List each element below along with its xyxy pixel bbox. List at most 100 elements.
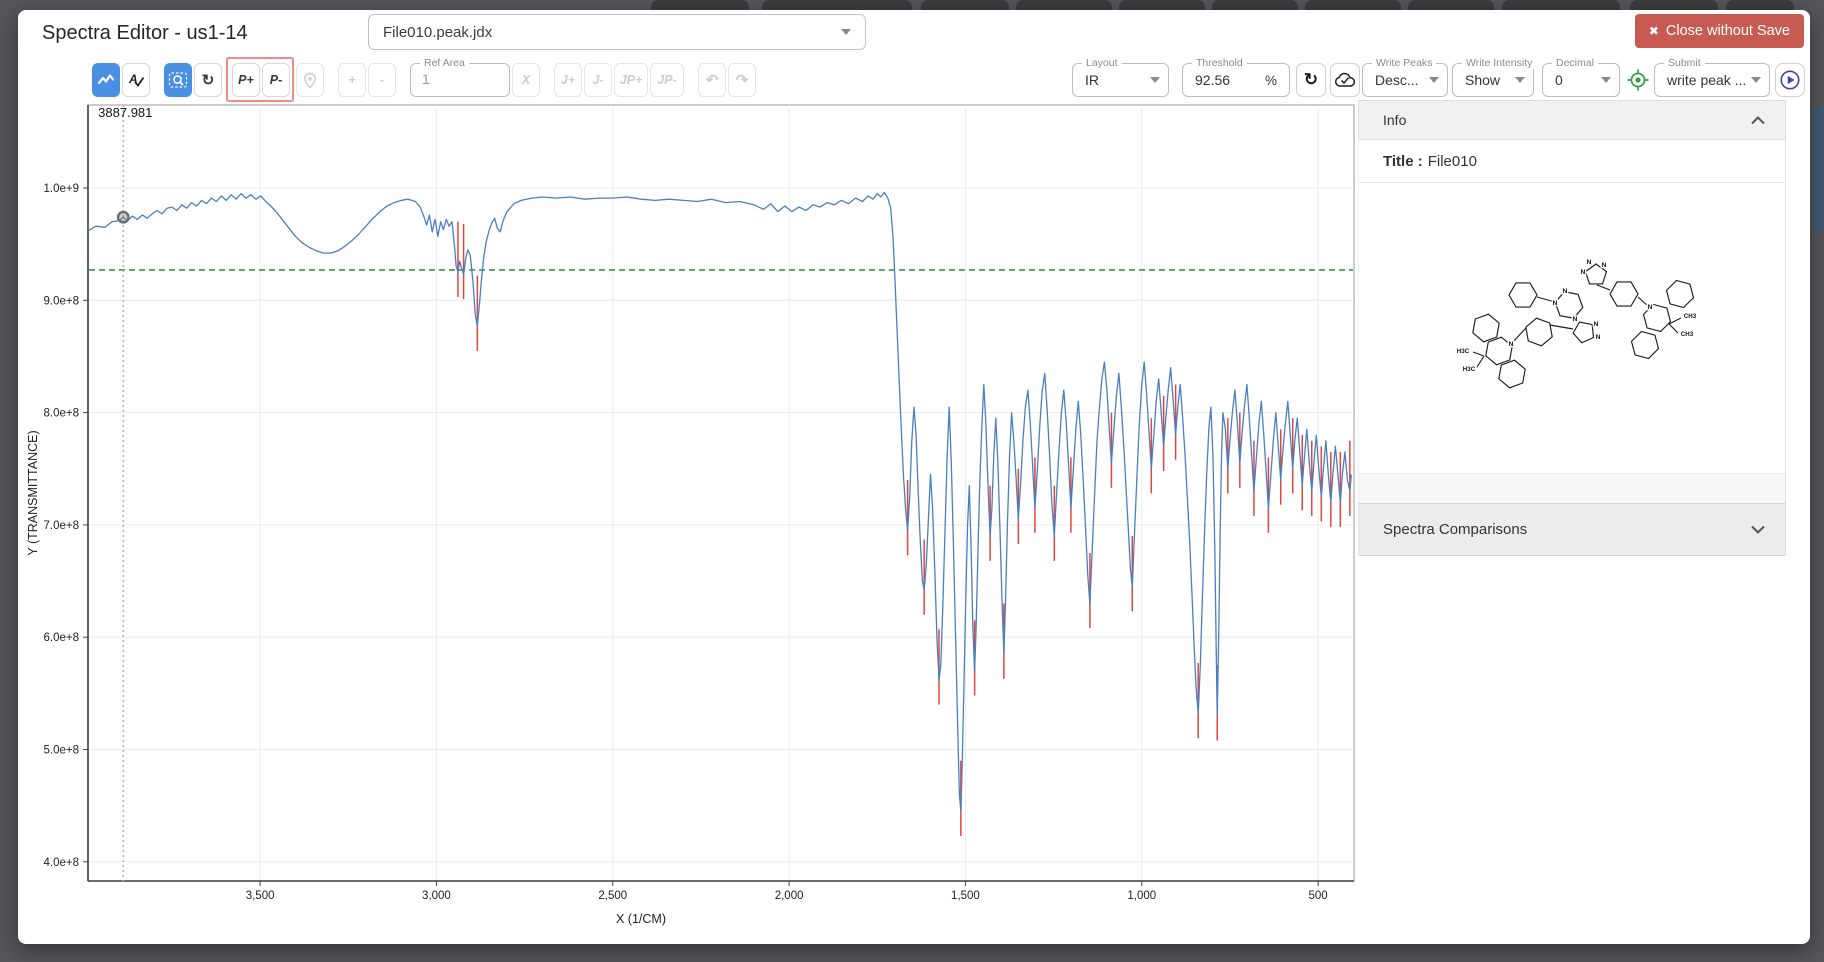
svg-text:500: 500	[1309, 890, 1328, 902]
spectrum-title-row: Title : File010	[1358, 140, 1786, 183]
spectra-comparisons-header[interactable]: Spectra Comparisons	[1358, 503, 1786, 556]
target-threshold-button[interactable]	[1626, 68, 1650, 92]
threshold-percent-suffix: %	[1265, 73, 1277, 88]
target-icon	[1626, 68, 1650, 92]
chevron-down-icon	[841, 29, 851, 35]
decimal-select[interactable]: Decimal 0	[1542, 63, 1620, 97]
layout-value: IR	[1085, 72, 1150, 88]
svg-text:N: N	[1581, 269, 1586, 276]
svg-text:1,500: 1,500	[951, 890, 980, 902]
write-intensity-select[interactable]: Write Intensity Show	[1452, 63, 1534, 97]
close-without-save-button[interactable]: ✖ Close without Save	[1635, 14, 1804, 48]
threshold-value: 92.56	[1195, 72, 1265, 88]
svg-text:2,500: 2,500	[598, 890, 627, 902]
x-tool: X	[512, 63, 540, 97]
molecule-area: NNNNNNNNNNCH3CH3H3CH3C	[1358, 183, 1786, 473]
chevron-down-icon	[1751, 77, 1761, 83]
submit-value: write peak ...	[1667, 72, 1751, 88]
svg-text:N: N	[1602, 262, 1607, 269]
svg-text:5.0e+8: 5.0e+8	[44, 745, 80, 757]
zoom-area-tool[interactable]	[164, 63, 192, 97]
chevron-down-icon	[1601, 77, 1611, 83]
increase-tool: +	[338, 63, 366, 97]
svg-text:4.0e+8: 4.0e+8	[44, 857, 80, 869]
svg-text:N: N	[1594, 321, 1599, 328]
chevron-down-icon	[1515, 77, 1525, 83]
svg-text:N: N	[1573, 316, 1578, 323]
svg-text:1.0e+9: 1.0e+9	[44, 183, 80, 195]
write-intensity-label: Write Intensity	[1462, 57, 1536, 69]
svg-text:7.0e+8: 7.0e+8	[44, 520, 80, 532]
svg-text:N: N	[1648, 304, 1653, 311]
cloud-check-icon	[1334, 72, 1356, 88]
threshold-label: Threshold	[1192, 57, 1247, 69]
line-chart-icon	[97, 71, 115, 89]
info-header-label: Info	[1383, 112, 1751, 128]
write-peaks-value: Desc...	[1375, 72, 1429, 88]
background-scrollbar[interactable]	[1814, 107, 1823, 232]
svg-text:N: N	[1596, 334, 1601, 341]
write-intensity-value: Show	[1465, 72, 1515, 88]
autoscale-icon: A	[127, 71, 145, 89]
toolbar-left: A↻P+P-+-Ref AreaXJ+J-JP+JP-↶↷	[90, 63, 756, 97]
chevron-down-icon	[1751, 525, 1765, 534]
chevron-down-icon	[1150, 77, 1160, 83]
svg-text:N: N	[1563, 288, 1568, 295]
close-button-label: Close without Save	[1666, 23, 1790, 39]
layout-select[interactable]: Layout IR	[1072, 63, 1169, 97]
comparisons-header-label: Spectra Comparisons	[1383, 521, 1751, 538]
run-submit-button[interactable]	[1775, 63, 1805, 97]
cloud-save-button[interactable]	[1330, 63, 1360, 97]
svg-text:1,000: 1,000	[1127, 890, 1156, 902]
peak-add-tool[interactable]: P+	[232, 63, 260, 97]
svg-text:2,000: 2,000	[775, 890, 804, 902]
title-label: Title :	[1383, 153, 1423, 170]
info-accordion-header[interactable]: Info	[1358, 100, 1786, 140]
file-select-value: File010.peak.jdx	[383, 24, 841, 41]
threshold-input[interactable]: Threshold 92.56 %	[1182, 63, 1290, 97]
write-peaks-select[interactable]: Write Peaks Desc...	[1362, 63, 1448, 97]
svg-text:Y (TRANSMITTANCE): Y (TRANSMITTANCE)	[26, 430, 40, 555]
svg-text:CH3: CH3	[1681, 331, 1694, 338]
chevron-down-icon	[1429, 77, 1439, 83]
title-value: File010	[1428, 153, 1477, 170]
ref-area-field[interactable]: Ref Area	[410, 63, 510, 97]
page-title: Spectra Editor - us1-14	[42, 22, 248, 45]
display-line-tool[interactable]	[92, 63, 120, 97]
svg-text:N: N	[1553, 300, 1558, 307]
write-peaks-label: Write Peaks	[1372, 57, 1436, 69]
svg-text:3,000: 3,000	[422, 890, 451, 902]
jp-plus-tool: JP+	[614, 63, 648, 97]
autoscale-y-tool[interactable]: A	[122, 63, 150, 97]
decimal-value: 0	[1555, 72, 1601, 88]
svg-text:9.0e+8: 9.0e+8	[44, 295, 80, 307]
pin-tool	[296, 63, 324, 97]
peak-remove-tool[interactable]: P-	[262, 63, 290, 97]
svg-text:H3C: H3C	[1463, 366, 1476, 373]
decrease-tool: -	[368, 63, 396, 97]
file-select[interactable]: File010.peak.jdx	[368, 14, 866, 50]
j-minus-tool: J-	[584, 63, 612, 97]
refresh-icon: ↻	[1304, 70, 1318, 90]
spectrum-chart[interactable]: 3,5003,0002,5002,0001,5001,0005001.0e+99…	[20, 96, 1360, 936]
svg-text:N: N	[1509, 341, 1514, 348]
ref-area-input[interactable]	[422, 71, 492, 87]
redo-button: ↷	[728, 63, 756, 97]
svg-text:CH3: CH3	[1684, 313, 1697, 320]
decimal-label: Decimal	[1552, 57, 1598, 69]
undo-button: ↶	[698, 63, 726, 97]
play-icon	[1779, 69, 1801, 91]
refresh-button[interactable]: ↻	[1296, 63, 1326, 97]
pin-icon	[302, 72, 318, 89]
svg-text:6.0e+8: 6.0e+8	[44, 632, 80, 644]
svg-text:X (1/CM): X (1/CM)	[616, 912, 666, 926]
submit-select[interactable]: Submit write peak ...	[1654, 63, 1770, 97]
zoom-area-icon	[168, 71, 188, 89]
chevron-up-icon	[1751, 116, 1765, 125]
j-plus-tool: J+	[554, 63, 582, 97]
molecule-structure: NNNNNNNNNNCH3CH3H3CH3C	[1447, 245, 1767, 430]
close-icon: ✖	[1649, 24, 1659, 38]
svg-text:8.0e+8: 8.0e+8	[44, 408, 80, 420]
svg-text:N: N	[1587, 259, 1592, 266]
zoom-reset-tool[interactable]: ↻	[194, 63, 222, 97]
